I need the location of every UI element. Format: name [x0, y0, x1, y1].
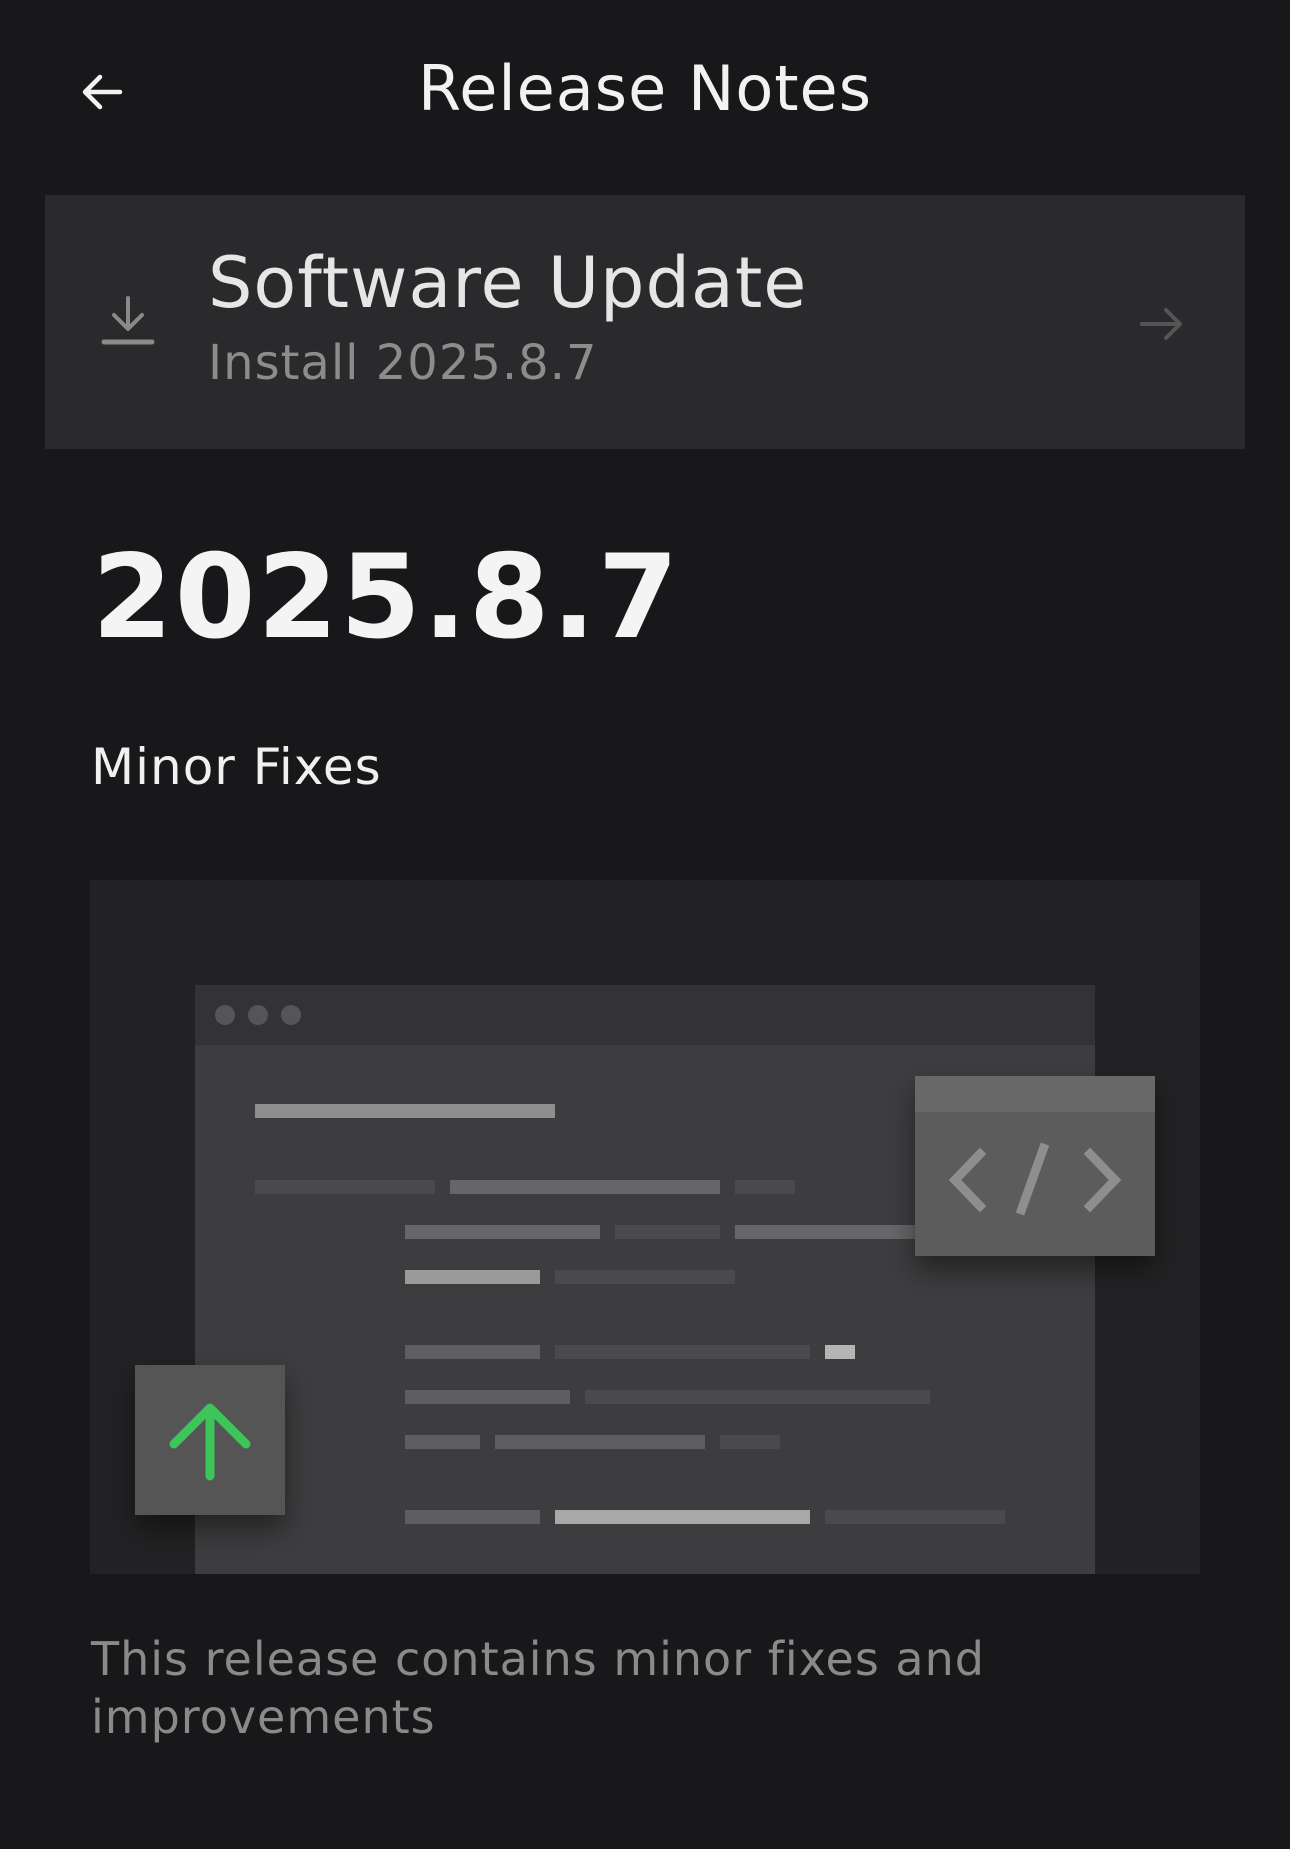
release-illustration	[90, 880, 1200, 1574]
code-brackets-icon	[915, 1076, 1155, 1256]
top-bar: Release Notes	[0, 0, 1290, 190]
page-title: Release Notes	[417, 52, 873, 125]
browser-window-graphic	[195, 985, 1095, 1574]
update-card-title: Software Update	[208, 242, 808, 324]
arrow-up-icon	[135, 1365, 285, 1515]
arrow-right-icon	[1140, 308, 1182, 340]
section-heading: Minor Fixes	[91, 738, 382, 796]
version-number: 2025.8.7	[92, 530, 681, 665]
release-description: This release contains minor fixes and im…	[91, 1632, 985, 1744]
download-icon	[101, 296, 155, 345]
update-card-subtitle: Install 2025.8.7	[208, 335, 598, 391]
